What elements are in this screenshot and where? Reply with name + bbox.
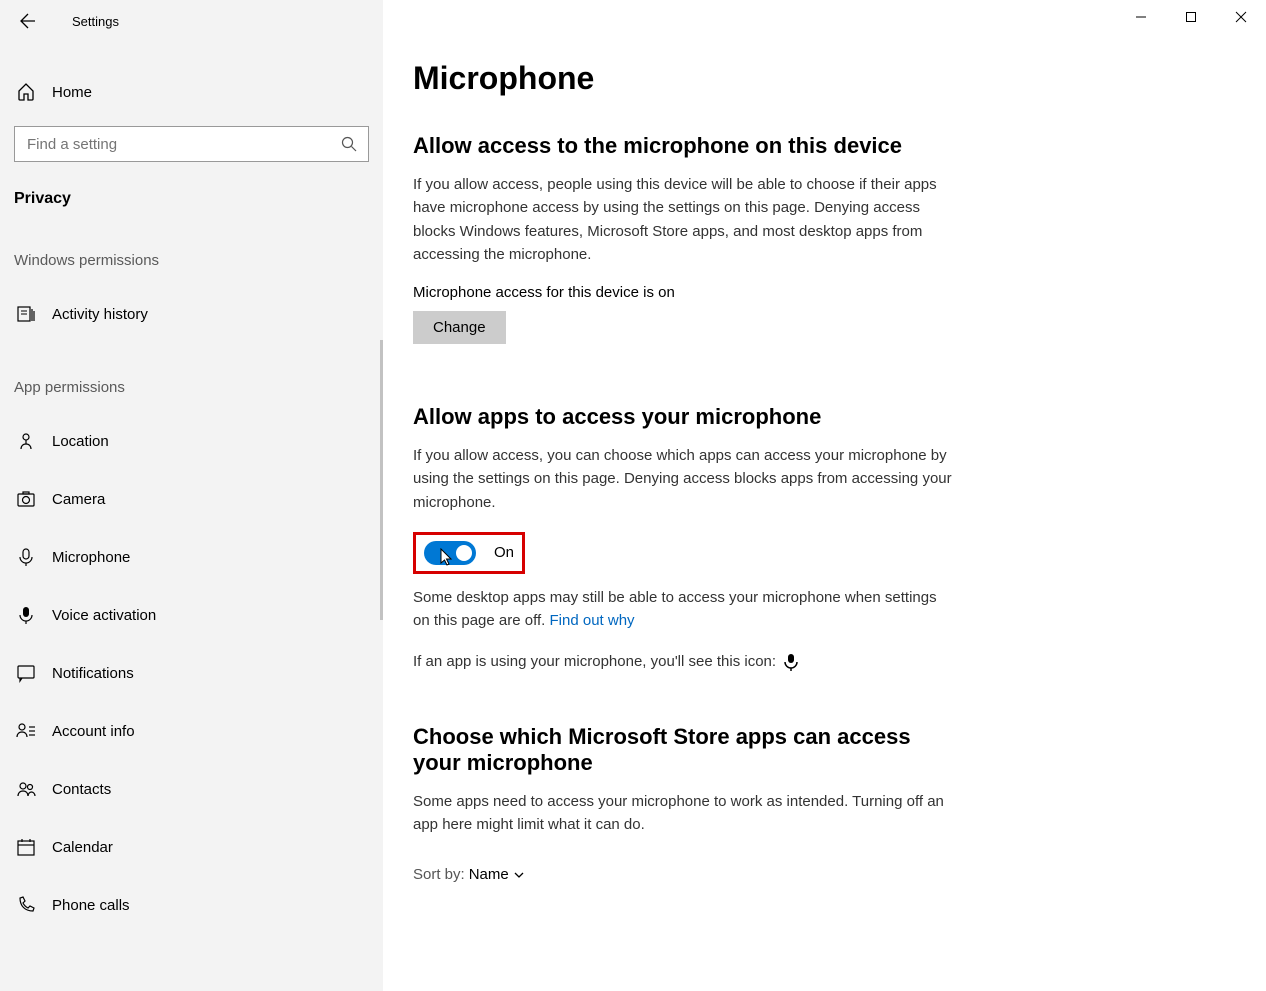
- camera-icon: [14, 489, 38, 509]
- sidebar-item-label: Account info: [52, 723, 135, 740]
- window-controls: [1116, 0, 1266, 34]
- chevron-down-icon: [513, 869, 525, 881]
- sort-label: Sort by:: [413, 866, 465, 883]
- section3-desc: Some apps need to access your microphone…: [413, 790, 953, 837]
- contacts-icon: [14, 779, 38, 799]
- change-button[interactable]: Change: [413, 311, 506, 344]
- microphone-indicator-icon: [784, 653, 798, 671]
- close-button[interactable]: [1216, 0, 1266, 34]
- phone-icon: [14, 895, 38, 915]
- calendar-icon: [14, 837, 38, 857]
- search-wrap: [0, 126, 383, 162]
- sidebar-item-location[interactable]: Location: [0, 412, 383, 470]
- search-box[interactable]: [14, 126, 369, 162]
- minimize-icon: [1135, 11, 1147, 23]
- sidebar-item-label: Camera: [52, 491, 105, 508]
- sidebar: Settings Home Privacy Windows permission…: [0, 0, 383, 991]
- sidebar-category: Privacy: [0, 162, 383, 216]
- sidebar-section-windows: Windows permissions: [0, 216, 383, 285]
- sidebar-item-phone-calls[interactable]: Phone calls: [0, 876, 383, 934]
- section2-desc: If you allow access, you can choose whic…: [413, 444, 953, 514]
- arrow-left-icon: [20, 13, 36, 29]
- sidebar-item-camera[interactable]: Camera: [0, 470, 383, 528]
- section1-title: Allow access to the microphone on this d…: [413, 133, 1236, 159]
- section1-status: Microphone access for this device is on: [413, 284, 1236, 301]
- search-input[interactable]: [15, 127, 368, 161]
- sidebar-item-label: Phone calls: [52, 897, 130, 914]
- apps-access-toggle[interactable]: [424, 541, 476, 565]
- close-icon: [1235, 11, 1247, 23]
- notifications-icon: [14, 663, 38, 683]
- sidebar-item-label: Calendar: [52, 839, 113, 856]
- sidebar-item-activity-history[interactable]: Activity history: [0, 285, 383, 343]
- microphone-icon: [14, 547, 38, 567]
- maximize-button[interactable]: [1166, 0, 1216, 34]
- app-title: Settings: [72, 14, 119, 29]
- main-content: Microphone Allow access to the microphon…: [383, 0, 1266, 991]
- sidebar-item-contacts[interactable]: Contacts: [0, 760, 383, 818]
- sidebar-item-label: Activity history: [52, 306, 148, 323]
- find-out-why-link[interactable]: Find out why: [550, 612, 635, 629]
- icon-line: If an app is using your microphone, you'…: [413, 650, 953, 673]
- toggle-row: On: [413, 532, 1236, 574]
- page-title: Microphone: [413, 60, 1236, 97]
- sidebar-item-account-info[interactable]: Account info: [0, 702, 383, 760]
- home-icon: [14, 82, 38, 102]
- maximize-icon: [1185, 11, 1197, 23]
- sidebar-item-label: Location: [52, 433, 109, 450]
- section2-title: Allow apps to access your microphone: [413, 404, 1236, 430]
- back-button[interactable]: [16, 9, 40, 33]
- sort-value: Name: [469, 866, 509, 883]
- toggle-state-label: On: [494, 544, 514, 561]
- voice-activation-icon: [14, 605, 38, 625]
- section1-desc: If you allow access, people using this d…: [413, 173, 953, 266]
- section2-note-text: Some desktop apps may still be able to a…: [413, 589, 937, 629]
- location-icon: [14, 431, 38, 451]
- titlebar: Settings: [0, 0, 383, 42]
- icon-line-text: If an app is using your microphone, you'…: [413, 650, 776, 673]
- sidebar-item-microphone[interactable]: Microphone: [0, 528, 383, 586]
- sidebar-item-notifications[interactable]: Notifications: [0, 644, 383, 702]
- activity-history-icon: [14, 304, 38, 324]
- sidebar-item-label: Microphone: [52, 549, 130, 566]
- sort-row[interactable]: Sort by: Name: [413, 866, 1236, 883]
- sidebar-item-label: Contacts: [52, 781, 111, 798]
- sidebar-item-label: Voice activation: [52, 607, 156, 624]
- toggle-knob: [456, 545, 472, 561]
- sidebar-section-app: App permissions: [0, 343, 383, 412]
- sidebar-item-label: Notifications: [52, 665, 134, 682]
- sidebar-item-calendar[interactable]: Calendar: [0, 818, 383, 876]
- sidebar-item-voice-activation[interactable]: Voice activation: [0, 586, 383, 644]
- sidebar-home-label: Home: [52, 84, 92, 101]
- account-info-icon: [14, 721, 38, 741]
- section2-note: Some desktop apps may still be able to a…: [413, 586, 953, 633]
- minimize-button[interactable]: [1116, 0, 1166, 34]
- sidebar-home[interactable]: Home: [0, 64, 383, 120]
- search-icon: [340, 135, 358, 153]
- toggle-highlight: On: [413, 532, 525, 574]
- section3-title: Choose which Microsoft Store apps can ac…: [413, 724, 953, 776]
